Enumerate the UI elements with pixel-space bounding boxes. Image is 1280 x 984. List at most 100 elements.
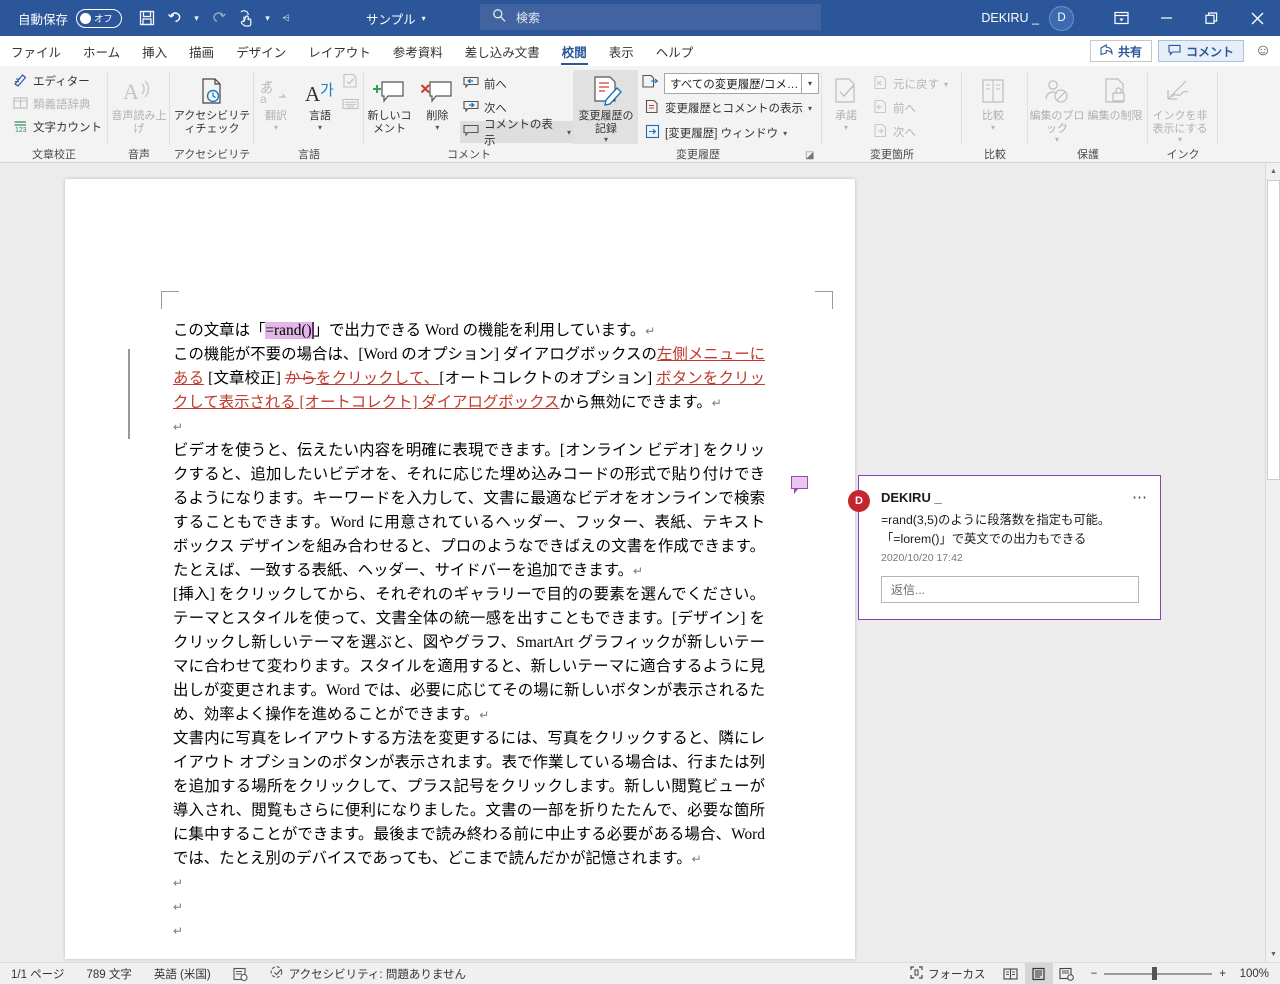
tab-draw[interactable]: 描画 (178, 36, 225, 66)
rand-field[interactable]: =rand() (265, 322, 314, 339)
read-aloud-button[interactable]: A 音声読み上げ (108, 70, 170, 135)
accept-dropdown-icon[interactable]: ▾ (844, 123, 848, 132)
scroll-thumb[interactable] (1267, 180, 1280, 480)
autosave-toggle[interactable]: 自動保存 オフ (18, 8, 123, 28)
paragraph-8[interactable]: ↵ (173, 895, 765, 919)
track-changes-button[interactable]: 変更履歴の記録 ▾ (574, 70, 638, 145)
paragraph-3[interactable]: ↵ (173, 415, 765, 439)
close-icon[interactable] (1234, 0, 1280, 36)
reviewing-pane-button[interactable]: [変更履歴] ウィンドウ ▾ (642, 122, 819, 144)
translate-button[interactable]: あa 翻訳 ▾ (254, 70, 298, 132)
zoom-out-button[interactable]: − (1091, 968, 1098, 980)
search-box[interactable]: 検索 (480, 4, 821, 30)
accessibility-check-button[interactable]: アクセシビリティチェック (170, 70, 254, 135)
tab-file[interactable]: ファイル (0, 36, 72, 66)
comment-anchor-icon[interactable] (791, 476, 808, 494)
new-comment-button[interactable]: 新しいコメント (364, 70, 415, 135)
reject-button[interactable]: 元に戻す ▾ (870, 73, 951, 95)
paragraph-4[interactable]: ビデオを使うと、伝えたい内容を明確に表現できます。[オンライン ビデオ] をクリ… (173, 439, 765, 583)
thesaurus-button[interactable]: 類義語辞典 (10, 93, 94, 115)
hide-ink-dropdown-icon[interactable]: ▾ (1178, 135, 1182, 144)
account-area[interactable]: DEKIRU _ D (981, 0, 1074, 36)
proofing-language-icon[interactable] (342, 73, 359, 94)
minimize-icon[interactable] (1144, 0, 1189, 36)
display-for-review-dropdown-icon[interactable]: ▾ (802, 73, 819, 94)
paragraph-2[interactable]: この機能が不要の場合は、[Word のオプション] ダイアログボックスの左側メニ… (173, 343, 765, 415)
tab-references[interactable]: 参考資料 (382, 36, 454, 66)
ribbon-display-options-icon[interactable] (1099, 0, 1144, 36)
web-layout-icon[interactable] (1053, 963, 1081, 984)
show-comments-button[interactable]: コメントの表示 ▾ (459, 119, 574, 147)
zoom-track[interactable] (1104, 967, 1213, 981)
show-markup-dropdown-icon[interactable]: ▾ (808, 104, 812, 113)
comment-reply-input[interactable]: 返信... (881, 576, 1139, 603)
track-changes-dropdown-icon[interactable]: ▾ (604, 135, 608, 144)
redo-icon[interactable] (205, 5, 231, 31)
show-markup-button[interactable]: 変更履歴とコメントの表示 ▾ (642, 97, 819, 119)
hide-ink-button[interactable]: インクを非表示にする ▾ (1148, 70, 1212, 144)
undo-icon[interactable] (162, 5, 188, 31)
tab-layout[interactable]: レイアウト (297, 36, 382, 66)
zoom-level-label[interactable]: 100% (1236, 968, 1280, 980)
language-button[interactable]: A가 言語 ▾ (298, 70, 342, 132)
page-indicator[interactable]: 1/1 ページ (0, 963, 75, 984)
show-comments-dropdown-icon[interactable]: ▾ (567, 128, 571, 137)
block-authors-button[interactable]: 編集のブロック ▾ (1028, 70, 1086, 144)
next-change-button[interactable]: 次へ (870, 121, 951, 143)
tab-view[interactable]: 表示 (598, 36, 645, 66)
comment-more-options-icon[interactable]: ⋯ (1132, 488, 1148, 506)
scroll-up-icon[interactable]: ▲ (1266, 163, 1280, 179)
feedback-smiley-icon[interactable]: ☺ (1250, 38, 1276, 64)
translate-dropdown-icon[interactable]: ▾ (274, 123, 278, 132)
print-layout-icon[interactable] (1024, 963, 1053, 984)
document-text[interactable]: この文章は「=rand() 」で出力できる Word の機能を利用しています。↵ … (173, 319, 765, 943)
keyboard-icon[interactable] (342, 97, 359, 115)
paragraph-1[interactable]: この文章は「=rand() 」で出力できる Word の機能を利用しています。↵ (173, 319, 765, 343)
autosave-switch[interactable]: オフ (76, 8, 123, 28)
undo-dropdown-icon[interactable]: ▾ (190, 5, 203, 31)
touch-mode-icon[interactable] (233, 5, 259, 31)
document-name[interactable]: サンプル ▾ (366, 9, 426, 28)
document-name-dropdown-icon[interactable]: ▾ (422, 14, 426, 23)
customize-qat-icon[interactable]: ⩤ (276, 5, 296, 31)
paragraph-7[interactable]: ↵ (173, 871, 765, 895)
tab-insert[interactable]: 挿入 (131, 36, 178, 66)
restore-icon[interactable] (1189, 0, 1234, 36)
avatar[interactable]: D (1049, 5, 1074, 31)
compare-dropdown-icon[interactable]: ▾ (991, 123, 995, 132)
delete-comment-dropdown-icon[interactable]: ▾ (435, 123, 439, 132)
paragraph-5[interactable]: [挿入] をクリックしてから、それぞれのギャラリーで目的の要素を選んでください。… (173, 583, 765, 727)
tab-help[interactable]: ヘルプ (645, 36, 705, 66)
editor-button[interactable]: エディター (10, 70, 93, 92)
comment-card[interactable]: D DEKIRU _ ⋯ =rand(3,5)のように段落数を指定も可能。「=l… (848, 475, 1161, 620)
reject-dropdown-icon[interactable]: ▾ (944, 80, 948, 89)
read-mode-icon[interactable] (997, 963, 1025, 984)
accept-button[interactable]: 承諾 ▾ (822, 70, 870, 132)
zoom-slider[interactable]: − + (1081, 967, 1236, 981)
restrict-editing-button[interactable]: 編集の制限 (1086, 70, 1144, 123)
zoom-thumb[interactable] (1152, 967, 1158, 981)
proofing-status-icon[interactable] (222, 963, 259, 984)
display-for-review-select[interactable]: すべての変更履歴/コメ… (664, 73, 802, 94)
touch-mode-dropdown-icon[interactable]: ▾ (261, 5, 274, 31)
tab-review[interactable]: 校閲 (551, 36, 598, 66)
delete-comment-button[interactable]: 削除 ▾ (415, 70, 460, 132)
language-indicator[interactable]: 英語 (米国) (143, 963, 222, 984)
paragraph-6[interactable]: 文書内に写真をレイアウトする方法を変更するには、写真をクリックすると、隣にレイア… (173, 727, 765, 871)
tab-design[interactable]: デザイン (225, 36, 297, 66)
language-dropdown-icon[interactable]: ▾ (318, 123, 322, 132)
word-count-indicator[interactable]: 789 文字 (75, 963, 142, 984)
vertical-scrollbar[interactable]: ▲ ▼ (1265, 163, 1280, 962)
accessibility-indicator[interactable]: アクセシビリティ: 問題ありません (259, 963, 477, 984)
previous-change-button[interactable]: 前へ (870, 97, 951, 119)
paragraph-9[interactable]: ↵ (173, 919, 765, 943)
reviewing-pane-dropdown-icon[interactable]: ▾ (783, 129, 787, 138)
focus-button[interactable]: フォーカス (899, 963, 997, 984)
save-icon[interactable] (134, 5, 160, 31)
block-authors-dropdown-icon[interactable]: ▾ (1055, 135, 1059, 144)
scroll-down-icon[interactable]: ▼ (1266, 946, 1280, 962)
tracking-dialog-launcher[interactable]: ◪ (805, 150, 817, 162)
zoom-in-button[interactable]: + (1219, 968, 1226, 980)
tab-home[interactable]: ホーム (72, 36, 131, 66)
compare-button[interactable]: 比較 ▾ (962, 70, 1024, 132)
